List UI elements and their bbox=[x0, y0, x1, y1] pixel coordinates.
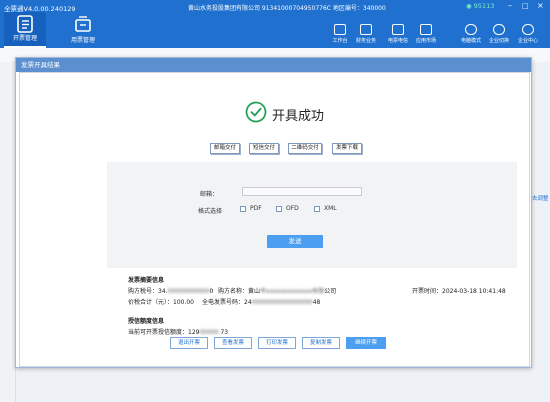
left-panel-edge bbox=[0, 62, 16, 402]
continue-invoicing-button[interactable]: 继续开票 bbox=[346, 337, 386, 349]
desktop-mode-icon bbox=[465, 24, 477, 35]
ip-value: 95113 bbox=[473, 2, 495, 10]
qrcode-delivery-button[interactable]: 二维码交付 bbox=[288, 143, 322, 154]
desk-icon bbox=[334, 24, 346, 35]
email-field[interactable] bbox=[242, 187, 362, 196]
exit-invoicing-button[interactable]: 退出开票 bbox=[170, 337, 208, 349]
toolbar-label: 工作台 bbox=[332, 38, 348, 44]
quota-prefix: 当前可开票授信额度：129 bbox=[128, 329, 200, 336]
buyer-tax-suffix: 0 bbox=[209, 288, 214, 295]
invoice-number: 全电发票号码：24000000000000000048 bbox=[202, 297, 320, 306]
top-bar: 全票通V4.0.00.240129 黄山水务投股集团有限公司 913410007… bbox=[0, 0, 550, 48]
email-label: 邮箱： bbox=[200, 191, 219, 198]
maximize-icon[interactable]: □ bbox=[522, 2, 529, 10]
toolbar-label: 财务业务 bbox=[355, 38, 376, 44]
copy-invoice-button[interactable]: 复制发票 bbox=[302, 337, 340, 349]
xml-label: XML bbox=[324, 205, 337, 212]
switch-company-icon bbox=[493, 24, 505, 35]
buyer-name: 购方名称：黄山市xxxxxxxxxxxxx有限公司 bbox=[218, 286, 336, 295]
quota-suffix: 73 bbox=[220, 329, 229, 336]
total-amount: 价税合计（元）：100.00 bbox=[128, 299, 194, 306]
toolbar-item-e-invoice[interactable]: 电票电信 bbox=[384, 24, 412, 44]
toolbar-item-switch-company[interactable]: 企业切换 bbox=[484, 24, 514, 44]
close-icon[interactable]: × bbox=[537, 1, 544, 10]
invoice-download-button[interactable]: 发票下载 bbox=[332, 143, 362, 154]
invoice-number-suffix: 48 bbox=[312, 299, 321, 306]
dialog-title: 发票开具结果 bbox=[16, 58, 531, 72]
adjust-link[interactable]: 去调整 bbox=[532, 194, 549, 202]
xml-checkbox[interactable] bbox=[314, 206, 320, 212]
company-info: 黄山水务投股集团有限公司 91341000704950776C 地区编号：340… bbox=[188, 5, 386, 12]
finance-icon bbox=[360, 24, 372, 35]
invoice-manage-icon bbox=[17, 15, 33, 33]
tab-invoice-management[interactable]: 开票管理 bbox=[4, 12, 46, 48]
minimize-icon[interactable]: – bbox=[508, 1, 512, 10]
toolbar-item-desktop-mode[interactable]: 电脑模式 bbox=[456, 24, 486, 44]
enterprise-center-icon bbox=[522, 24, 534, 35]
toolbar-label: 应用市场 bbox=[415, 38, 436, 44]
pdf-label: PDF bbox=[250, 205, 262, 212]
buyer-name-prefix: 购方名称：黄山 bbox=[218, 288, 261, 295]
quota-masked: 00000. bbox=[199, 329, 221, 336]
invoice-result-dialog: 发票开具结果 开具成功 邮箱交付 短信交付 二维码交付 发票下载 邮箱： 格式选… bbox=[15, 57, 532, 368]
toolbar-label: 电脑模式 bbox=[460, 38, 481, 44]
buyer-tax-masked: 00000000000 bbox=[167, 288, 210, 295]
ofd-label: OFD bbox=[286, 205, 299, 212]
tab-label: 开票管理 bbox=[12, 35, 37, 42]
toolbar-label: 企业中心 bbox=[517, 38, 538, 44]
sms-delivery-button[interactable]: 短信交付 bbox=[249, 143, 279, 154]
send-button[interactable]: 发送 bbox=[267, 235, 323, 248]
format-label: 格式选择 bbox=[198, 208, 223, 215]
credit-quota: 当前可开票授信额度：12900000.73 bbox=[128, 327, 228, 336]
signal-icon: ◉ bbox=[466, 2, 474, 10]
tab-ticket-management[interactable]: 用票管理 bbox=[62, 12, 104, 48]
print-invoice-button[interactable]: 打印发票 bbox=[258, 337, 296, 349]
summary-section-title: 发票摘要信息 bbox=[128, 277, 165, 284]
ofd-checkbox[interactable] bbox=[276, 206, 282, 212]
dialog-body: 开具成功 邮箱交付 短信交付 二维码交付 发票下载 邮箱： 格式选择 PDF O… bbox=[19, 72, 530, 367]
toolbar-item-market[interactable]: 应用市场 bbox=[412, 24, 440, 44]
pdf-checkbox[interactable] bbox=[240, 206, 246, 212]
toolbar-item-enterprise-center[interactable]: 企业中心 bbox=[513, 24, 543, 44]
success-check-icon bbox=[245, 101, 267, 123]
issue-time: 开票时间：2024-03-18 10:41:48 bbox=[412, 288, 506, 295]
toolbar-label: 电票电信 bbox=[387, 38, 408, 44]
credit-section-title: 授信额度信息 bbox=[128, 318, 165, 325]
ticket-manage-icon bbox=[75, 16, 91, 32]
toolbar-label: 企业切换 bbox=[488, 38, 509, 44]
e-invoice-icon bbox=[392, 24, 404, 35]
buyer-tax-prefix: 购方税号：34. bbox=[128, 288, 168, 295]
invoice-number-prefix: 全电发票号码：24 bbox=[202, 299, 252, 306]
success-message: 开具成功 bbox=[272, 109, 325, 124]
buyer-name-masked: 市xxxxxxxxxxxxx有限 bbox=[260, 288, 325, 295]
email-delivery-button[interactable]: 邮箱交付 bbox=[210, 143, 240, 154]
buyer-name-suffix: 公司 bbox=[324, 288, 337, 295]
delivery-form-panel bbox=[107, 162, 517, 268]
invoice-number-masked: 0000000000000000 bbox=[251, 299, 313, 306]
tab-label: 用票管理 bbox=[70, 37, 95, 44]
toolbar-item-finance[interactable]: 财务业务 bbox=[352, 24, 380, 44]
view-invoice-button[interactable]: 查看发票 bbox=[214, 337, 252, 349]
toolbar-item-desk[interactable]: 工作台 bbox=[326, 24, 354, 44]
market-icon bbox=[420, 24, 432, 35]
ip-indicator[interactable]: ◉ 95113 bbox=[466, 2, 494, 10]
buyer-tax-id: 购方税号：34.000000000000 bbox=[128, 286, 213, 295]
